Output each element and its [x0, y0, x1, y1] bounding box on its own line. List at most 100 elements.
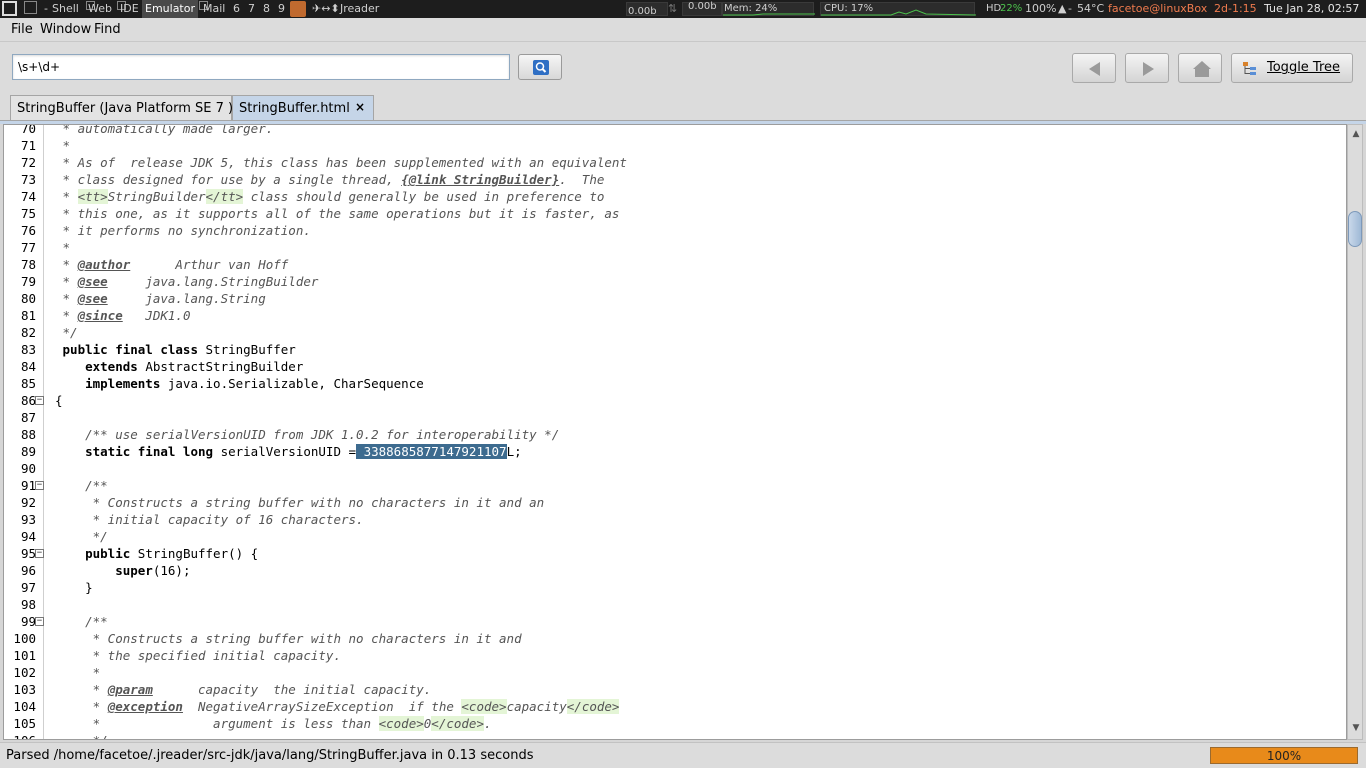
code-token: @see	[77, 274, 108, 289]
code-line[interactable]: 74 * <tt>StringBuilder</tt> class should…	[4, 188, 1344, 205]
menu-bar: File Window Find	[0, 18, 1366, 42]
code-line[interactable]: 100 * Constructs a string buffer with no…	[4, 630, 1344, 647]
code-line[interactable]: 98	[4, 596, 1344, 613]
workspace-9[interactable]: 9	[278, 2, 285, 16]
code-line[interactable]: 93 * initial capacity of 16 characters.	[4, 511, 1344, 528]
code-line[interactable]: 90	[4, 460, 1344, 477]
scroll-thumb[interactable]	[1348, 211, 1362, 247]
code-line[interactable]: 99− /**	[4, 613, 1344, 630]
code-editor[interactable]: 70 * automatically made larger. 71 * 72 * …	[3, 124, 1347, 740]
workspace-6[interactable]: 6	[233, 2, 240, 16]
code-line[interactable]: 95− public StringBuffer() {	[4, 545, 1344, 562]
code-line[interactable]: 79 * @see java.lang.StringBuilder	[4, 273, 1344, 290]
search-button[interactable]	[518, 54, 562, 80]
code-token: capacity the initial capacity.	[152, 682, 432, 697]
code-line[interactable]: 101 * the specified initial capacity.	[4, 647, 1344, 664]
code-line[interactable]: 97 }	[4, 579, 1344, 596]
fold-toggle-icon[interactable]: −	[35, 396, 44, 405]
line-text: public StringBuffer() {	[55, 545, 258, 562]
workspace-mail[interactable]: Mail	[203, 2, 225, 16]
cpu-usage: CPU: 17%	[824, 3, 874, 14]
code-token: * Constructs a string buffer with no cha…	[55, 631, 522, 646]
net-up-value: 0.00b	[688, 1, 717, 12]
tab-label: StringBuffer (Java Platform SE 7 )	[17, 101, 234, 116]
code-line[interactable]: 88 /** use serialVersionUID from JDK 1.0…	[4, 426, 1344, 443]
close-tab-icon[interactable]: ×	[355, 100, 365, 114]
window-controls-icon[interactable]: ✈↔⬍	[312, 2, 340, 16]
workspace-ide[interactable]: IDE	[120, 2, 139, 16]
disk-label: HD	[986, 3, 1002, 14]
code-line[interactable]: 80 * @see java.lang.String	[4, 290, 1344, 307]
line-number: 97	[20, 580, 36, 595]
code-line[interactable]: 78 * @author Arthur van Hoff	[4, 256, 1344, 273]
menu-window[interactable]: Window	[40, 22, 91, 37]
workspace-emulator[interactable]: Emulator	[142, 0, 198, 18]
code-token: AbstractStringBuilder	[137, 359, 304, 374]
code-line[interactable]: 105 * argument is less than <code>0</cod…	[4, 715, 1344, 732]
code-line[interactable]: 71 *	[4, 137, 1344, 154]
clock: Tue Jan 28, 02:57	[1264, 2, 1360, 15]
code-line[interactable]: 92 * Constructs a string buffer with no …	[4, 494, 1344, 511]
code-line[interactable]: 85 implements java.io.Serializable, Char…	[4, 375, 1344, 392]
fold-toggle-icon[interactable]: −	[35, 617, 44, 626]
line-number: 72	[20, 155, 36, 170]
code-token: */	[55, 733, 108, 739]
progress-label: 100%	[1266, 749, 1302, 763]
code-line[interactable]: 72 * As of release JDK 5, this class has…	[4, 154, 1344, 171]
code-line[interactable]: 84 extends AbstractStringBuilder	[4, 358, 1344, 375]
code-line[interactable]: 104 * @exception NegativeArraySizeExcept…	[4, 698, 1344, 715]
menu-find[interactable]: Find	[94, 22, 121, 37]
line-number: 90	[20, 461, 36, 476]
code-line[interactable]: 75 * this one, as it supports all of the…	[4, 205, 1344, 222]
line-number: 105	[13, 716, 36, 731]
vertical-scrollbar[interactable]: ▲ ▼	[1347, 124, 1363, 740]
search-icon	[533, 60, 549, 75]
code-token: StringBuilder	[107, 189, 206, 204]
task-title: Jreader	[340, 2, 380, 15]
search-input[interactable]	[12, 54, 510, 80]
code-line[interactable]: 82 */	[4, 324, 1344, 341]
code-line[interactable]: 76 * it performs no synchronization.	[4, 222, 1344, 239]
code-line[interactable]: 87	[4, 409, 1344, 426]
code-line[interactable]: 89 static final long serialVersionUID = …	[4, 443, 1344, 460]
scroll-down-icon[interactable]: ▼	[1351, 723, 1361, 735]
code-line[interactable]: 86− {	[4, 392, 1344, 409]
code-token: *	[55, 274, 78, 289]
code-line[interactable]: 91− /**	[4, 477, 1344, 494]
workspace-7[interactable]: 7	[248, 2, 255, 16]
fold-toggle-icon[interactable]: −	[35, 481, 44, 490]
line-text: * the specified initial capacity.	[55, 647, 341, 664]
line-text: /**	[55, 613, 108, 630]
home-button[interactable]	[1178, 53, 1222, 83]
arrow-left-icon	[1089, 62, 1100, 76]
fold-toggle-icon[interactable]: −	[35, 549, 44, 558]
code-line[interactable]: 70 * automatically made larger.	[4, 125, 1344, 137]
code-line[interactable]: 103 * @param capacity the initial capaci…	[4, 681, 1344, 698]
code-line[interactable]: 83 public final class StringBuffer	[4, 341, 1344, 358]
battery-level: 100%	[1025, 2, 1057, 15]
toggle-tree-button[interactable]: Toggle Tree	[1231, 53, 1353, 83]
code-line[interactable]: 106 */	[4, 732, 1344, 739]
workspace-8[interactable]: 8	[263, 2, 270, 16]
workspace-0[interactable]: -	[44, 2, 48, 16]
code-token: @author	[77, 257, 131, 272]
line-text: {	[55, 392, 63, 409]
code-line[interactable]: 94 */	[4, 528, 1344, 545]
workspace-web[interactable]: Web	[88, 2, 112, 16]
forward-button[interactable]	[1125, 53, 1169, 83]
code-line[interactable]: 96 super(16);	[4, 562, 1344, 579]
code-line[interactable]: 77 *	[4, 239, 1344, 256]
menu-file[interactable]: File	[11, 22, 33, 37]
code-line[interactable]: 73 * class designed for use by a single …	[4, 171, 1344, 188]
line-text: */	[55, 732, 108, 739]
back-button[interactable]	[1072, 53, 1116, 83]
launcher-icon[interactable]	[2, 1, 17, 16]
code-line[interactable]: 102 *	[4, 664, 1344, 681]
line-text: static final long serialVersionUID = 338…	[55, 443, 522, 460]
workspace-shell[interactable]: Shell	[52, 2, 79, 16]
scroll-up-icon[interactable]: ▲	[1351, 129, 1361, 141]
code-line[interactable]: 81 * @since JDK1.0	[4, 307, 1344, 324]
tab-stringbuffer-html[interactable]: StringBuffer.html ×	[232, 95, 374, 120]
tab-stringbuffer-doc[interactable]: StringBuffer (Java Platform SE 7 )	[10, 95, 234, 120]
code-token: *	[55, 138, 71, 153]
